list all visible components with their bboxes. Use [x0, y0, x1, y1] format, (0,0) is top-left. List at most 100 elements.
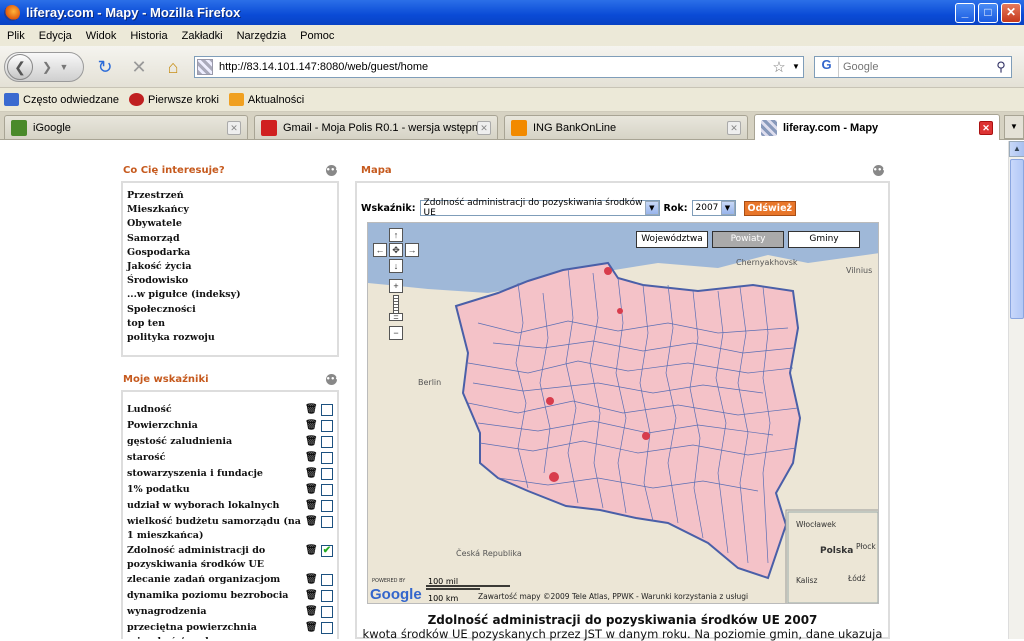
- history-dropdown-icon[interactable]: ▼: [57, 58, 71, 76]
- tab-list-dropdown-icon[interactable]: ▼: [1004, 115, 1024, 139]
- url-dropdown-icon[interactable]: ▼: [789, 62, 803, 71]
- back-button[interactable]: ❮: [7, 53, 33, 80]
- map-type-gminy[interactable]: Gminy: [788, 231, 860, 248]
- tab-close-icon[interactable]: ✕: [727, 120, 741, 135]
- trash-icon[interactable]: 🗑: [305, 590, 318, 602]
- indicator-checkbox[interactable]: [321, 606, 333, 618]
- home-icon[interactable]: ⌂: [160, 54, 186, 80]
- indicator-label[interactable]: dynamika poziomu bezrobocia: [127, 588, 303, 603]
- indicator-checkbox[interactable]: [321, 452, 333, 464]
- interest-item[interactable]: Obywatele: [127, 217, 333, 231]
- search-magnifier-icon[interactable]: ⚲: [991, 59, 1011, 75]
- pan-center-icon[interactable]: ✥: [389, 243, 403, 257]
- tab-liferay-mapy[interactable]: liferay.com - Mapy ✕: [754, 114, 1000, 140]
- indicator-checkbox[interactable]: [321, 436, 333, 448]
- pan-down-icon[interactable]: ↓: [389, 259, 403, 273]
- interest-item[interactable]: Gospodarka: [127, 246, 333, 260]
- tab-close-icon[interactable]: ✕: [477, 120, 491, 135]
- trash-icon[interactable]: 🗑: [305, 516, 318, 528]
- bookmark-czesto-odwiedzane[interactable]: Często odwiedzane: [4, 93, 119, 106]
- trash-icon[interactable]: 🗑: [305, 452, 318, 464]
- trash-icon[interactable]: 🗑: [305, 420, 318, 432]
- indicator-label[interactable]: gęstość zaludnienia: [127, 434, 303, 449]
- zoom-out-icon[interactable]: −: [389, 326, 403, 340]
- google-map[interactable]: Berlin Česká Republika Chernyakhovsk Vil…: [367, 222, 879, 604]
- menu-narzedzia[interactable]: Narzędzia: [230, 30, 294, 42]
- trash-icon[interactable]: 🗑: [305, 545, 318, 557]
- map-attribution[interactable]: Zawartość mapy ©2009 Tele Atlas, PPWK - …: [478, 592, 748, 601]
- interest-item[interactable]: Samorząd: [127, 232, 333, 246]
- maximize-button[interactable]: □: [978, 3, 998, 23]
- indicator-label[interactable]: Ludność: [127, 402, 303, 417]
- search-input[interactable]: [839, 60, 991, 73]
- search-box[interactable]: G ⚲: [814, 55, 1012, 78]
- menu-historia[interactable]: Historia: [123, 30, 174, 42]
- indicator-select[interactable]: Zdolność administracji do pozyskiwania ś…: [419, 198, 660, 218]
- google-logo[interactable]: Google: [370, 586, 422, 603]
- trash-icon[interactable]: 🗑: [305, 606, 318, 618]
- map-canvas[interactable]: Berlin Česká Republika Chernyakhovsk Vil…: [368, 223, 879, 604]
- menu-pomoc[interactable]: Pomoc: [293, 30, 341, 42]
- indicator-checkbox[interactable]: [321, 500, 333, 512]
- tab-close-icon[interactable]: ✕: [227, 120, 241, 135]
- trash-icon[interactable]: 🗑: [305, 574, 318, 586]
- bookmark-pierwsze-kroki[interactable]: Pierwsze kroki: [129, 93, 219, 106]
- bookmark-star-icon[interactable]: ☆: [769, 58, 789, 76]
- interest-item[interactable]: Przestrzeń: [127, 189, 333, 203]
- indicator-checkbox[interactable]: [321, 420, 333, 432]
- zoom-in-icon[interactable]: +: [389, 279, 403, 293]
- stop-icon[interactable]: ✕: [126, 54, 152, 80]
- indicator-label[interactable]: udział w wyborach lokalnych: [127, 498, 303, 513]
- reload-icon[interactable]: ↻: [92, 54, 118, 80]
- pan-left-icon[interactable]: ←: [373, 243, 387, 257]
- portlet-options-icon[interactable]: •••: [326, 373, 339, 385]
- trash-icon[interactable]: 🗑: [305, 500, 318, 512]
- url-text[interactable]: http://83.14.101.147:8080/web/guest/home: [219, 61, 769, 73]
- interest-item[interactable]: Społeczności: [127, 303, 333, 317]
- bookmark-aktualnosci[interactable]: Aktualności: [228, 93, 304, 106]
- tab-ing[interactable]: ING BankOnLine ✕: [504, 115, 748, 139]
- url-bar[interactable]: http://83.14.101.147:8080/web/guest/home…: [194, 55, 804, 78]
- interest-item[interactable]: top ten: [127, 317, 333, 331]
- menu-plik[interactable]: Plik: [0, 30, 32, 42]
- menu-zakladki[interactable]: Zakładki: [175, 30, 230, 42]
- indicator-checkbox[interactable]: [321, 516, 333, 528]
- indicator-checkbox[interactable]: [321, 622, 333, 634]
- trash-icon[interactable]: 🗑: [305, 436, 318, 448]
- scroll-up-icon[interactable]: ▲: [1009, 141, 1024, 157]
- interest-item[interactable]: ...w pigułce (indeksy): [127, 288, 333, 302]
- trash-icon[interactable]: 🗑: [305, 484, 318, 496]
- vertical-scrollbar[interactable]: ▲: [1008, 141, 1024, 639]
- map-type-wojewodztwa[interactable]: Województwa: [636, 231, 708, 248]
- indicator-label[interactable]: zlecanie zadań organizacjom: [127, 572, 303, 587]
- trash-icon[interactable]: 🗑: [305, 622, 318, 634]
- indicator-checkbox[interactable]: [321, 590, 333, 602]
- indicator-label[interactable]: starość: [127, 450, 303, 465]
- indicator-label[interactable]: przeciętna powierzchnia mieszkań / osoba: [127, 620, 303, 639]
- trash-icon[interactable]: 🗑: [305, 404, 318, 416]
- menu-widok[interactable]: Widok: [79, 30, 124, 42]
- map-type-powiaty[interactable]: Powiaty: [712, 231, 784, 248]
- pan-right-icon[interactable]: →: [405, 243, 419, 257]
- menu-edycja[interactable]: Edycja: [32, 30, 79, 42]
- scrollbar-thumb[interactable]: [1010, 159, 1024, 319]
- interest-item[interactable]: Mieszkańcy: [127, 203, 333, 217]
- indicator-label[interactable]: wielkość budżetu samorządu (na 1 mieszka…: [127, 514, 303, 543]
- close-window-button[interactable]: ✕: [1001, 3, 1021, 23]
- indicator-checkbox[interactable]: [321, 468, 333, 480]
- tab-gmail[interactable]: Gmail - Moja Polis R0.1 - wersja wstępn.…: [254, 115, 498, 139]
- minimize-button[interactable]: _: [955, 3, 975, 23]
- indicator-checkbox[interactable]: [321, 484, 333, 496]
- indicator-label[interactable]: stowarzyszenia i fundacje: [127, 466, 303, 481]
- year-select[interactable]: 2007 ▼: [691, 200, 736, 216]
- interest-item[interactable]: Środowisko: [127, 274, 333, 288]
- indicator-label[interactable]: Powierzchnia: [127, 418, 303, 433]
- forward-button[interactable]: ❯: [37, 58, 57, 76]
- indicator-checkbox[interactable]: [321, 404, 333, 416]
- zoom-slider-handle[interactable]: =: [389, 313, 403, 322]
- tab-igoogle[interactable]: iGoogle ✕: [4, 115, 248, 139]
- interest-item[interactable]: polityka rozwoju: [127, 331, 333, 345]
- indicator-checkbox[interactable]: [321, 574, 333, 586]
- portlet-options-icon[interactable]: •••: [873, 164, 886, 176]
- indicator-label[interactable]: Zdolność administracji do pozyskiwania ś…: [127, 543, 303, 572]
